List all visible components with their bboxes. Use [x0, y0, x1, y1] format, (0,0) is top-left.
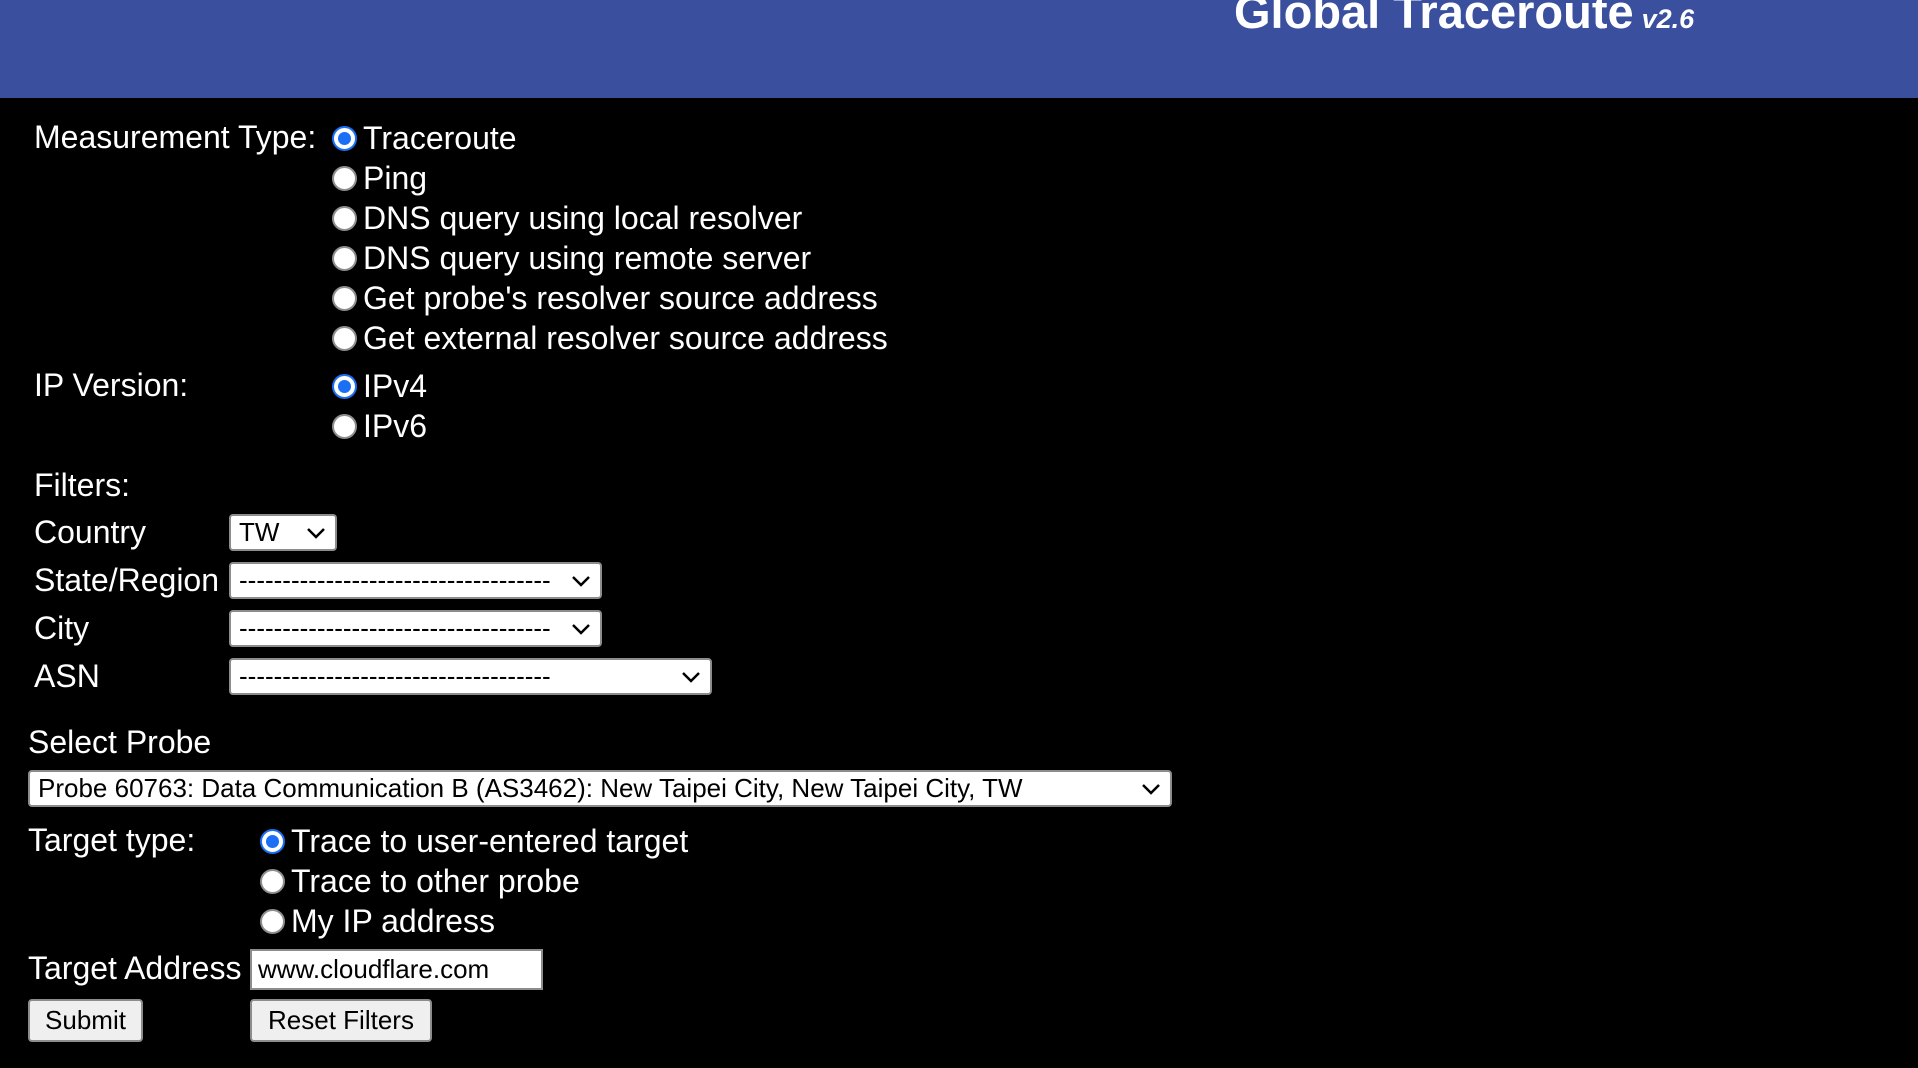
radio-button[interactable] [260, 828, 285, 854]
state-region-label: State/Region [34, 562, 220, 598]
radio-ping[interactable]: Ping [332, 158, 427, 198]
ip-version-label: IP Version: [34, 367, 189, 403]
submit-button[interactable]: Submit [28, 999, 143, 1042]
radio-label: Get probe's resolver source address [363, 280, 878, 316]
probe-select[interactable]: Probe 60763: Data Communication B (AS346… [28, 770, 1172, 807]
state-region-select-value: ------------------------------------ [239, 565, 551, 595]
radio-dns-local[interactable]: DNS query using local resolver [332, 198, 802, 238]
app-version: v2.6 [1641, 4, 1695, 34]
radio-button[interactable] [332, 325, 357, 351]
radio-button[interactable] [260, 868, 285, 894]
chevron-down-icon [572, 575, 590, 587]
radio-label: My IP address [291, 903, 495, 939]
radio-my-ip[interactable]: My IP address [260, 901, 495, 941]
radio-button[interactable] [260, 908, 285, 934]
radio-label: Traceroute [363, 120, 517, 156]
city-label: City [34, 610, 90, 646]
asn-label: ASN [34, 658, 100, 694]
target-type-label: Target type: [28, 822, 196, 858]
radio-label: Ping [363, 160, 428, 196]
target-address-input[interactable]: www.cloudflare.com [250, 949, 543, 990]
radio-label: Trace to other probe [291, 863, 580, 899]
state-region-select[interactable]: ------------------------------------ [229, 562, 602, 599]
radio-user-target[interactable]: Trace to user-entered target [260, 821, 688, 861]
radio-label: DNS query using remote server [363, 240, 812, 276]
radio-label: Get external resolver source address [363, 320, 888, 356]
radio-external-resolver[interactable]: Get external resolver source address [332, 318, 888, 358]
radio-dns-remote[interactable]: DNS query using remote server [332, 238, 811, 278]
chevron-down-icon [682, 671, 700, 683]
radio-label: DNS query using local resolver [363, 200, 803, 236]
radio-other-probe[interactable]: Trace to other probe [260, 861, 580, 901]
chevron-down-icon [572, 623, 590, 635]
radio-button[interactable] [332, 245, 357, 271]
radio-label: IPv4 [363, 368, 428, 404]
radio-button[interactable] [332, 205, 357, 231]
country-select-value: TW [239, 517, 280, 547]
radio-ipv4[interactable]: IPv4 [332, 366, 427, 406]
city-select-value: ------------------------------------ [239, 613, 551, 643]
radio-ipv6[interactable]: IPv6 [332, 406, 427, 446]
radio-button[interactable] [332, 373, 357, 399]
asn-select[interactable]: ------------------------------------ [229, 658, 712, 695]
reset-filters-button[interactable]: Reset Filters [250, 999, 432, 1042]
header-bar: Global Traceroute v2.6 [0, 0, 1918, 98]
country-select[interactable]: TW [229, 514, 337, 551]
radio-label: IPv6 [363, 408, 428, 444]
radio-button[interactable] [332, 165, 357, 191]
country-label: Country [34, 514, 147, 550]
target-address-label: Target Address [28, 950, 242, 986]
select-probe-label: Select Probe [28, 724, 212, 760]
city-select[interactable]: ------------------------------------ [229, 610, 602, 647]
app-title-text: Global Traceroute [1234, 0, 1634, 38]
chevron-down-icon [307, 527, 325, 539]
probe-select-value: Probe 60763: Data Communication B (AS346… [38, 773, 1023, 803]
radio-traceroute[interactable]: Traceroute [332, 118, 517, 158]
measurement-type-label: Measurement Type: [34, 119, 317, 155]
radio-button[interactable] [332, 285, 357, 311]
radio-label: Trace to user-entered target [291, 823, 689, 859]
asn-select-value: ------------------------------------ [239, 661, 551, 691]
radio-button[interactable] [332, 413, 357, 439]
radio-button[interactable] [332, 125, 357, 151]
app-title: Global Traceroute v2.6 [1234, 0, 1694, 39]
filters-label: Filters: [34, 467, 130, 503]
chevron-down-icon [1142, 783, 1160, 795]
radio-probe-resolver[interactable]: Get probe's resolver source address [332, 278, 878, 318]
